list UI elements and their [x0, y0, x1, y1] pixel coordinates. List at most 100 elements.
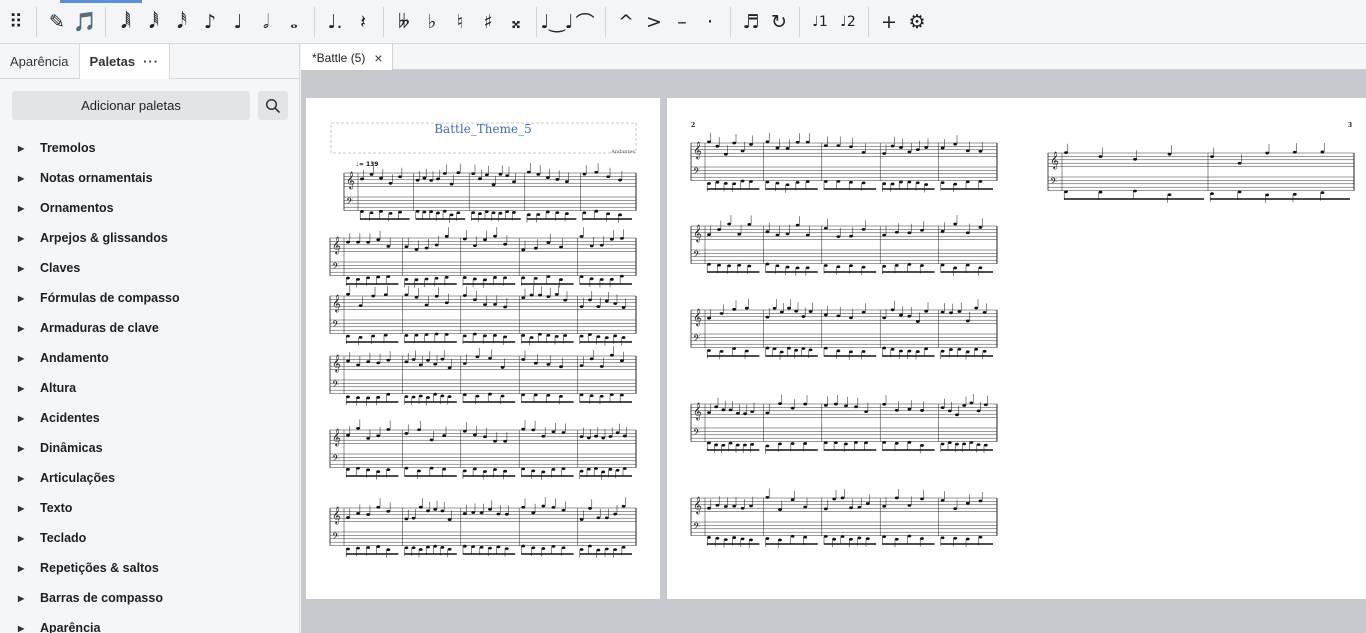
note-head: [976, 443, 981, 447]
voice-1-icon[interactable]: ♩1: [806, 6, 834, 38]
document-tab[interactable]: *Battle (5) ×: [301, 44, 393, 71]
expand-arrow-icon[interactable]: ▶: [18, 414, 40, 423]
sharp-icon[interactable]: ♯: [474, 6, 502, 38]
note-head: [418, 394, 423, 398]
half-note-icon[interactable]: 𝅗𝅥: [252, 6, 280, 38]
note-head: [559, 394, 563, 398]
palette-item[interactable]: ▶ Claves: [0, 253, 299, 283]
palette-item[interactable]: ▶ Ornamentos: [0, 193, 299, 223]
expand-arrow-icon[interactable]: ▶: [18, 144, 40, 153]
expand-arrow-icon[interactable]: ▶: [18, 264, 40, 273]
palette-item[interactable]: ▶ Barras de compasso: [0, 583, 299, 613]
note-head: [434, 276, 439, 280]
score-canvas[interactable]: Battle_Theme_5 Andantes ♩= 139 𝄞 𝄢 𝄞 𝄢 𝄞 𝄢 𝄞 𝄢 𝄞…: [301, 70, 1366, 633]
note-head: [778, 442, 782, 446]
slur-icon[interactable]: ⌒: [571, 6, 599, 38]
staccato-icon[interactable]: ·: [696, 6, 724, 38]
palette-item[interactable]: ▶ Texto: [0, 493, 299, 523]
search-palettes-button[interactable]: [258, 91, 288, 120]
expand-arrow-icon[interactable]: ▶: [18, 444, 40, 453]
score-page-2[interactable]: 2 𝄞 𝄢 𝄞 𝄢 𝄞 𝄢 𝄞 𝄢 𝄞 𝄢: [667, 98, 1022, 599]
expand-arrow-icon[interactable]: ▶: [18, 384, 40, 393]
note-head: [599, 278, 604, 281]
note-head: [620, 393, 624, 397]
pencil-input-icon[interactable]: ✎: [43, 6, 71, 38]
expand-arrow-icon[interactable]: ▶: [18, 534, 40, 543]
expand-arrow-icon[interactable]: ▶: [18, 474, 40, 483]
gear-icon[interactable]: ⚙: [903, 6, 931, 38]
whole-note-icon[interactable]: 𝅝: [280, 6, 308, 38]
palette-item[interactable]: ▶ Articulações: [0, 463, 299, 493]
expand-arrow-icon[interactable]: ▶: [18, 324, 40, 333]
expand-arrow-icon[interactable]: ▶: [18, 564, 40, 573]
palette-item[interactable]: ▶ Repetições & saltos: [0, 553, 299, 583]
expand-arrow-icon[interactable]: ▶: [18, 174, 40, 183]
augmentation-dot-icon[interactable]: ♩.: [321, 6, 349, 38]
note-head: [442, 434, 447, 437]
palette-item[interactable]: ▶ Acidentes: [0, 403, 299, 433]
palette-item[interactable]: ▶ Andamento: [0, 343, 299, 373]
palettes-panel: Aparência Paletas ··· Adicionar paletas …: [0, 44, 300, 633]
voice-2-icon[interactable]: ♩2: [834, 6, 862, 38]
palette-item[interactable]: ▶ Armaduras de clave: [0, 313, 299, 343]
flip-direction-icon[interactable]: ↻: [765, 6, 793, 38]
note-head: [740, 179, 745, 183]
expand-arrow-icon[interactable]: ▶: [18, 234, 40, 243]
thirty-second-note-icon[interactable]: 𝅘𝅥𝅱: [140, 6, 168, 38]
expand-arrow-icon[interactable]: ▶: [18, 594, 40, 603]
note-head: [749, 180, 753, 183]
note-head: [559, 365, 563, 369]
note-head: [765, 262, 770, 266]
sixteenth-note-icon[interactable]: 𝅘𝅥𝅰: [168, 6, 196, 38]
note-head: [805, 266, 810, 270]
palette-item[interactable]: ▶ Arpejos & glissandos: [0, 223, 299, 253]
note-head: [899, 349, 903, 353]
natural-icon[interactable]: ♮: [446, 6, 474, 38]
drag-handle-icon[interactable]: ⠿: [2, 6, 30, 38]
tenuto-icon[interactable]: –: [668, 6, 696, 38]
note-head: [493, 468, 497, 471]
note-head: [606, 212, 611, 216]
note-head: [836, 314, 841, 318]
tab-palettes-label: Paletas: [89, 54, 136, 69]
note-head: [907, 150, 912, 154]
accent-icon[interactable]: >: [640, 6, 668, 38]
palette-item[interactable]: ▶ Dinâmicas: [0, 433, 299, 463]
palette-item[interactable]: ▶ Tremolos: [0, 133, 299, 163]
palette-item[interactable]: ▶ Altura: [0, 373, 299, 403]
palette-item[interactable]: ▶ Notas ornamentais: [0, 163, 299, 193]
tie-icon[interactable]: ♩‿♩: [540, 6, 573, 38]
expand-arrow-icon[interactable]: ▶: [18, 354, 40, 363]
palette-item[interactable]: ▶ Teclado: [0, 523, 299, 553]
note-head: [857, 536, 862, 540]
sixty-fourth-note-icon[interactable]: 𝅘𝅥𝅲: [112, 6, 140, 38]
rest-icon[interactable]: 𝄽: [349, 6, 377, 38]
tuplet-icon[interactable]: ♬: [737, 6, 765, 38]
palette-item-label: Repetições & saltos: [40, 561, 159, 575]
note-input-mode-icon[interactable]: 🎵: [71, 6, 99, 38]
double-sharp-icon[interactable]: 𝄪: [502, 6, 530, 38]
double-flat-icon[interactable]: 𝄫: [390, 6, 418, 38]
marcato-icon[interactable]: ^: [612, 6, 640, 38]
tab-palettes[interactable]: Paletas ···: [78, 44, 171, 79]
more-options-icon[interactable]: ···: [143, 54, 159, 69]
palette-item[interactable]: ▶ Fórmulas de compasso: [0, 283, 299, 313]
expand-arrow-icon[interactable]: ▶: [18, 294, 40, 303]
tab-appearance[interactable]: Aparência: [0, 44, 79, 79]
add-palettes-button[interactable]: Adicionar paletas: [12, 91, 250, 120]
expand-arrow-icon[interactable]: ▶: [18, 624, 40, 633]
close-icon[interactable]: ×: [374, 50, 382, 66]
note-head: [386, 428, 391, 431]
add-icon[interactable]: +: [875, 6, 903, 38]
score-page-1[interactable]: Battle_Theme_5 Andantes ♩= 139 𝄞 𝄢 𝄞 𝄢 𝄞 𝄢 𝄞 𝄢 𝄞…: [306, 98, 660, 599]
palette-item[interactable]: ▶ Aparência: [0, 613, 299, 633]
expand-arrow-icon[interactable]: ▶: [18, 504, 40, 513]
note-head: [536, 172, 541, 176]
score-page-3[interactable]: 3 𝄞 𝄢: [1022, 98, 1366, 599]
flat-icon[interactable]: ♭: [418, 6, 446, 38]
note-head: [620, 236, 624, 240]
quarter-note-icon[interactable]: ♩: [224, 6, 252, 38]
note-head: [808, 348, 813, 352]
eighth-note-icon[interactable]: ♪: [196, 6, 224, 38]
expand-arrow-icon[interactable]: ▶: [18, 204, 40, 213]
